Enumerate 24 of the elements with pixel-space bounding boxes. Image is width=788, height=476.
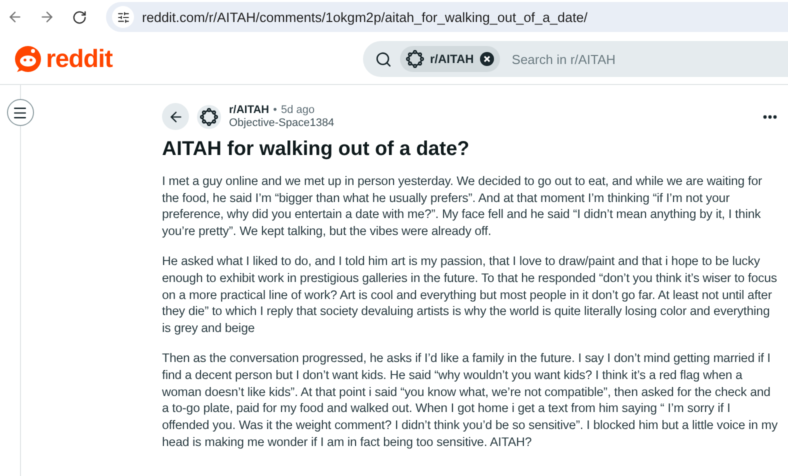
search-placeholder: Search in r/AITAH [512,52,616,66]
subreddit-icon [406,50,424,68]
community-icon [200,108,218,126]
subreddit-chip[interactable]: r/AITAH [400,46,500,72]
reddit-logo-icon [14,45,42,73]
search-field[interactable]: r/AITAH Search in r/AITAH [363,41,788,77]
post-paragraph: He asked what I liked to do, and I told him art is my passion, that I love to draw/paint and that i hope to be lucky enough to exhibit work in prestigious galleries in the future. To that he responded “don’t you think it’s wiser to focus on a more practical line of work? Art is cool and everything but most people in it don’t go far. At least not until after they die” to which I reply that society devaluing artists is why the world is quite literally losing color and everything is grey and beige [162,253,778,337]
post-paragraph: I met a guy online and we met up in person yesterday. We decided to go out to eat, and while we are waiting for the food, he said I’m “bigger than what he usually prefers”. And at that moment I’m thinking “if I’m not your preference, why did you entertain a date with me?”. My face fell and he said “I didn’t mean anything by it, I think you’re pretty”. We kept talking, but the vibes were already off. [162,173,764,240]
subreddit-link[interactable]: r/AITAH [229,104,270,116]
back-button[interactable] [162,103,189,130]
more-icon [763,114,777,118]
post-paragraph: Then as the conversation progressed, he asks if I’d like a family in the future. I say I don’t mind getting married if I find a decent person but I don’t want kids. He said “why wouldn’t you want kids? I think it’s a red flag when a woman doesn’t like kids”. At that point i said “you know what, we’re not compatible”, then asked for the check and a to-go plate, paid for my food and walked out. When I got home i get a text from him saying “ I’m sorry if I offended you. Was it the weight comment? I didn’t think you’d be so sensitive”. I blocked him but a little voice in my head is making me wonder if I am in fact being too sensitive. AITAH? [162,350,779,451]
author-link[interactable]: Objective-Space1384 [229,116,752,130]
subreddit-avatar[interactable] [197,104,221,128]
menu-button[interactable] [6,99,34,126]
url-text: reddit.com/r/AITAH/comments/1okgm2p/aitah_for_walking_out_of_a_date/ [142,10,588,24]
separator-dot: • [273,104,277,116]
post-title: AITAH for walking out of a date? [162,138,470,161]
site-settings-icon[interactable] [112,6,134,28]
post-age: 5d ago [281,104,315,116]
search-icon [375,50,392,68]
menu-icon [12,104,28,120]
address-bar[interactable]: reddit.com/r/AITAH/comments/1okgm2p/aitah_for_walking_out_of_a_date/ [106,2,788,32]
close-icon[interactable] [480,52,494,66]
